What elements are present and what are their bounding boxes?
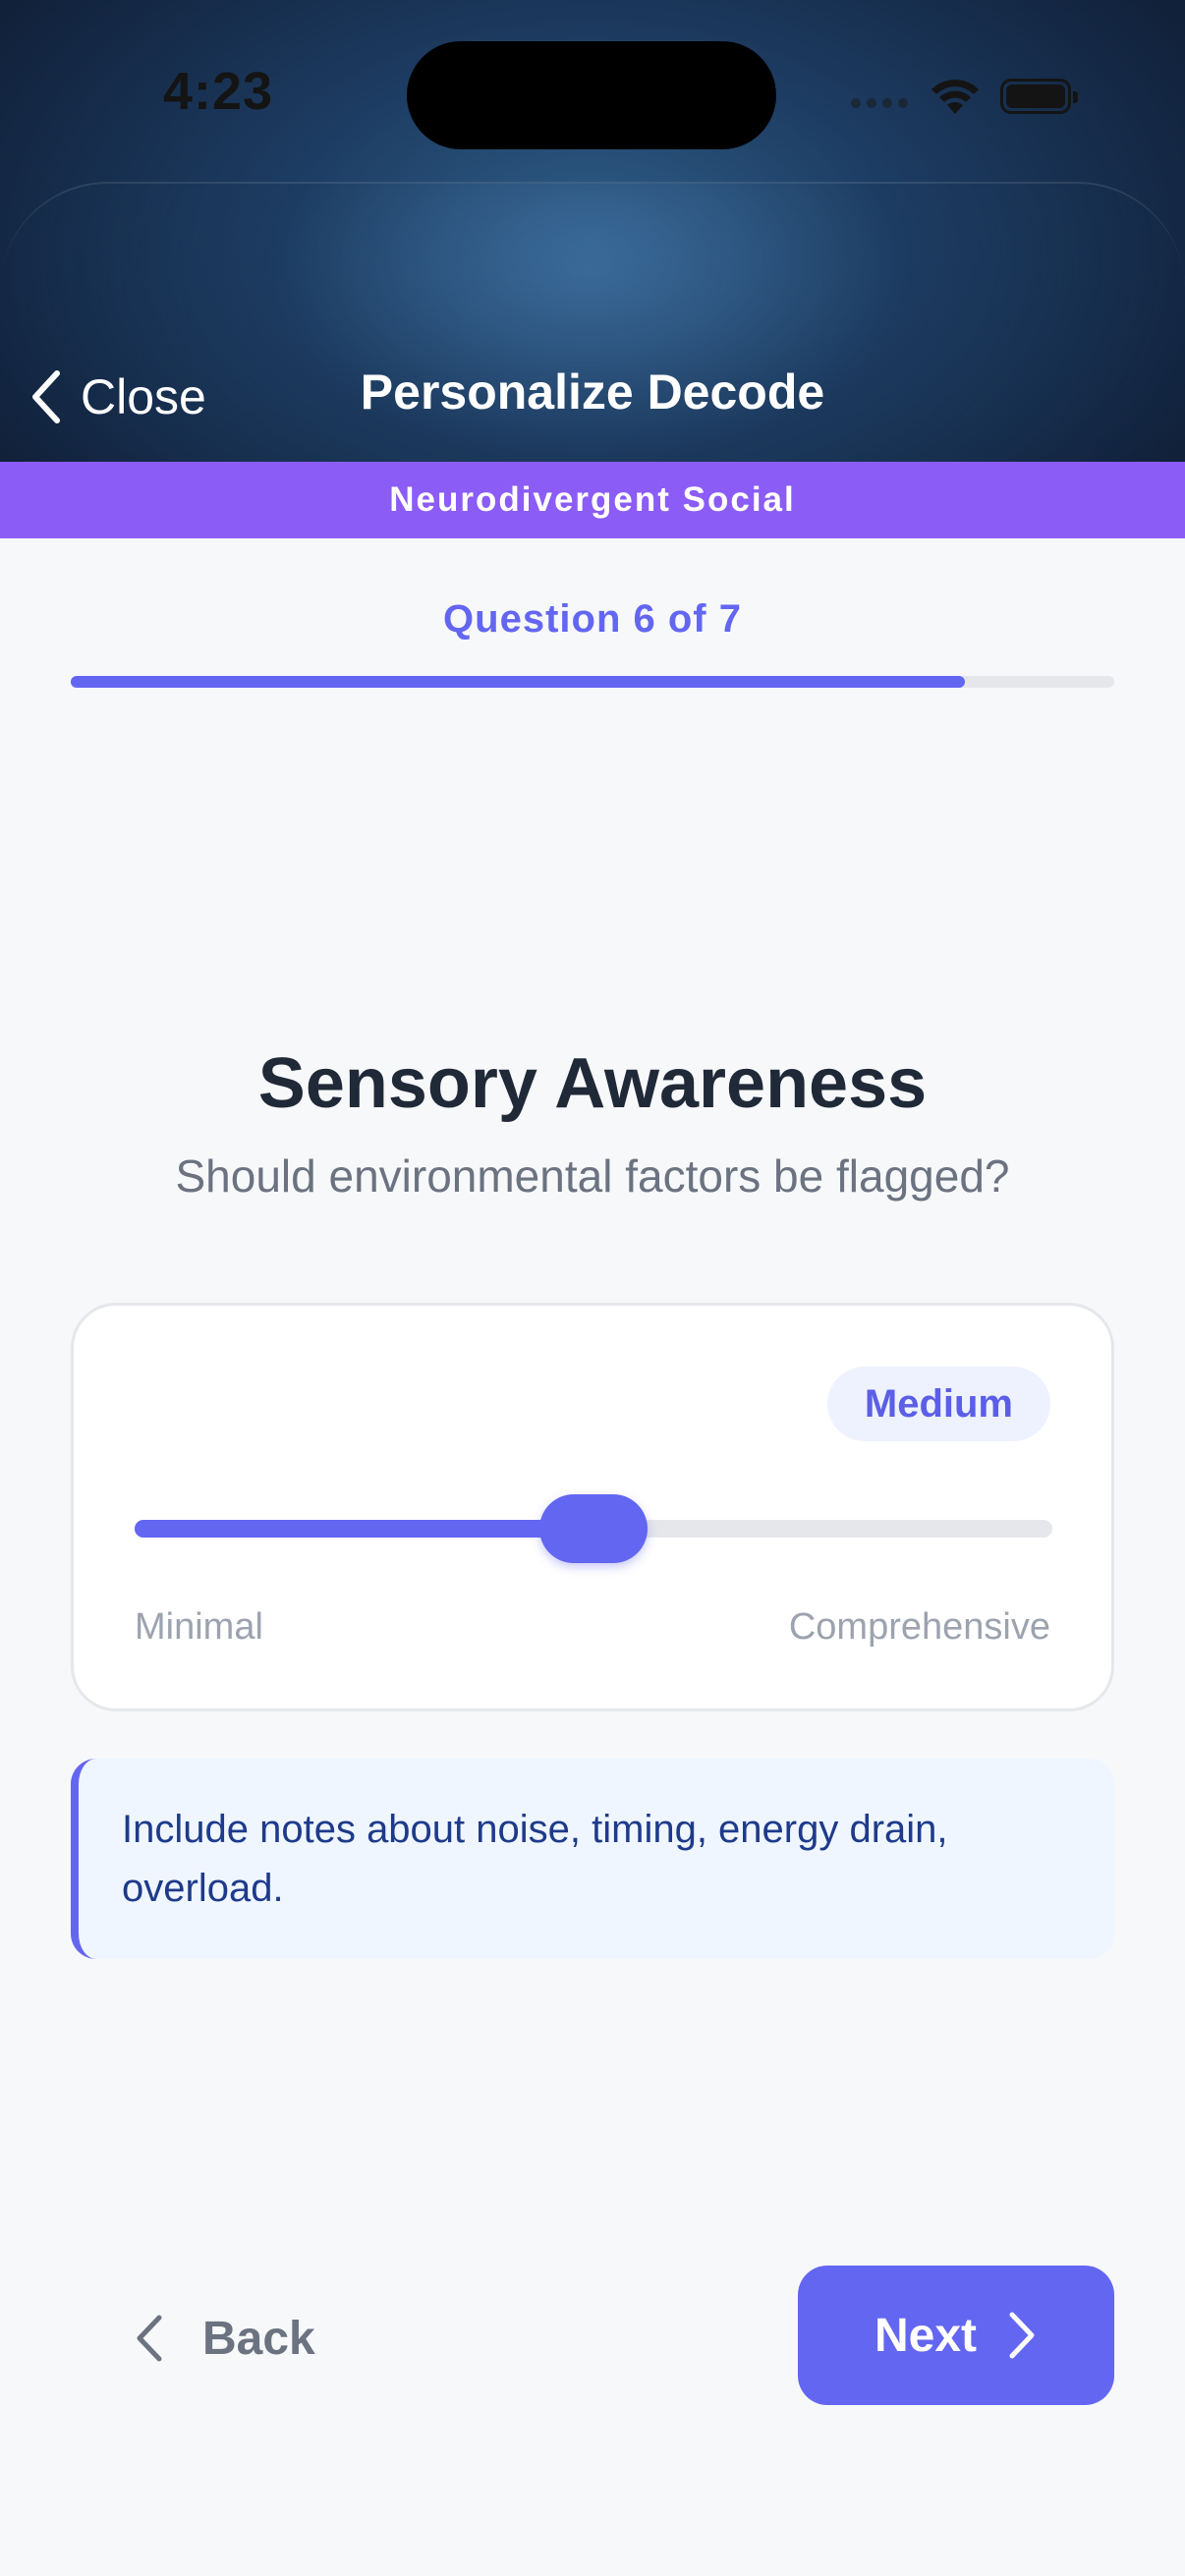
level-badge: Medium <box>826 1367 1050 1441</box>
question-title: Sensory Awareness <box>257 1044 928 1123</box>
progress-bar <box>71 676 1114 688</box>
question-subtitle: Should environmental factors be flagged? <box>175 1150 1010 1202</box>
dynamic-island <box>407 41 776 149</box>
slider-track[interactable] <box>135 1494 1052 1563</box>
wifi-icon <box>931 80 979 114</box>
header: 4:23 Close Personalize Decode <box>0 0 1185 462</box>
slider-min-label: Minimal <box>135 1606 263 1648</box>
back-button[interactable]: Back <box>134 2299 315 2378</box>
question-counter: Question 6 of 7 <box>443 597 742 641</box>
hint-box: Include notes about noise, timing, energ… <box>71 1759 1114 1959</box>
battery-icon <box>1000 79 1078 114</box>
back-label: Back <box>202 2312 315 2365</box>
slider-fill <box>135 1520 593 1538</box>
next-label: Next <box>874 2309 978 2362</box>
chevron-right-icon <box>1009 2312 1035 2359</box>
next-button[interactable]: Next <box>798 2266 1114 2405</box>
signal-icon <box>851 98 908 108</box>
slider-thumb[interactable] <box>539 1494 648 1563</box>
status-time: 4:23 <box>163 62 274 121</box>
progress-fill <box>71 676 966 688</box>
page-title: Personalize Decode <box>360 364 825 420</box>
mode-banner: Neurodivergent Social <box>0 462 1185 538</box>
chevron-left-icon <box>137 2315 162 2362</box>
slider-card: Medium Minimal Comprehensive <box>71 1303 1114 1711</box>
slider-max-label: Comprehensive <box>788 1606 1050 1648</box>
